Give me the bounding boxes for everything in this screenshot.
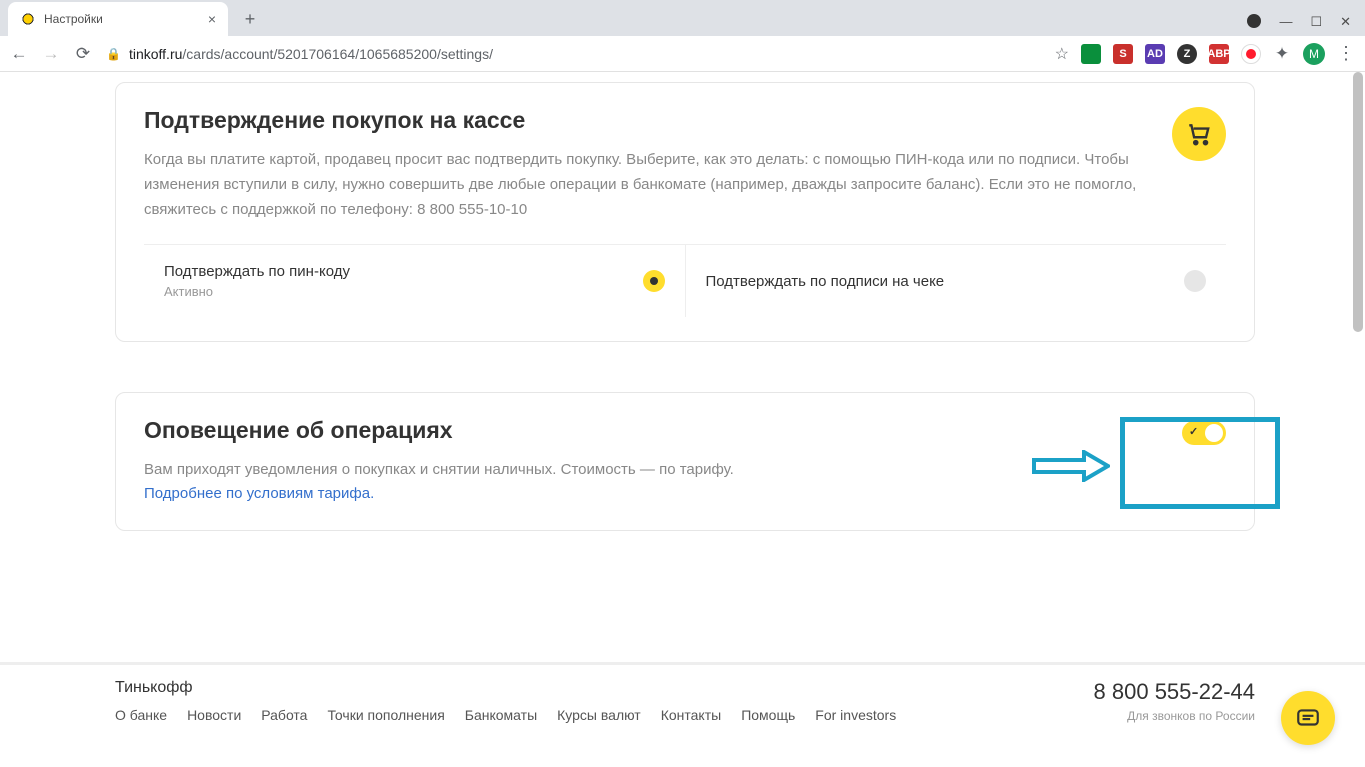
tab-favicon (20, 11, 36, 27)
footer-link[interactable]: Новости (187, 707, 241, 723)
browser-tab[interactable]: Настройки × (8, 2, 228, 36)
lock-icon: 🔒 (106, 47, 121, 61)
footer-link[interactable]: Курсы валют (557, 707, 641, 723)
tariff-link[interactable]: Подробнее по условиям тарифа. (144, 485, 374, 502)
purchase-confirmation-card: Подтверждение покупок на кассе Когда вы … (115, 82, 1255, 342)
window-controls: — ☐ ✕ (1247, 14, 1365, 36)
page-content: Подтверждение покупок на кассе Когда вы … (0, 72, 1365, 662)
footer-link[interactable]: Контакты (661, 707, 721, 723)
extension-icon[interactable] (1241, 44, 1261, 64)
footer-link[interactable]: Точки пополнения (327, 707, 444, 723)
option-signature[interactable]: Подтверждать по подписи на чеке (685, 245, 1227, 317)
url-text: tinkoff.ru/cards/account/5201706164/1065… (129, 46, 493, 62)
extension-icon[interactable]: ABP (1209, 44, 1229, 64)
cart-icon (1172, 107, 1226, 161)
window-account-icon[interactable] (1247, 14, 1261, 28)
browser-toolbar: ← → ⟳ 🔒 tinkoff.ru/cards/account/5201706… (0, 36, 1365, 72)
extension-icon[interactable]: S (1113, 44, 1133, 64)
address-bar[interactable]: 🔒 tinkoff.ru/cards/account/5201706164/10… (106, 46, 1041, 62)
bookmark-star-icon[interactable]: ☆ (1055, 44, 1069, 64)
notifications-toggle[interactable]: ✓ (1182, 421, 1226, 445)
browser-menu-icon[interactable]: ⋮ (1337, 43, 1355, 64)
notifications-card: Оповещение об операциях Вам приходят уве… (115, 392, 1255, 531)
reload-button[interactable]: ⟳ (74, 44, 92, 64)
card-description: Вам приходят уведомления о покупках и сн… (144, 458, 1182, 506)
browser-tab-strip: Настройки × + — ☐ ✕ (0, 0, 1365, 36)
window-minimize-icon[interactable]: — (1279, 14, 1292, 30)
window-close-icon[interactable]: ✕ (1340, 14, 1351, 30)
toggle-check-icon: ✓ (1189, 425, 1198, 438)
back-button[interactable]: ← (10, 44, 28, 64)
footer-brand: Тинькофф (115, 679, 896, 697)
radio-selected-icon (643, 270, 665, 292)
tab-close-icon[interactable]: × (208, 11, 216, 27)
option-status: Активно (164, 284, 350, 299)
extensions-puzzle-icon[interactable]: ✦ (1273, 44, 1291, 64)
chat-button[interactable] (1281, 691, 1335, 745)
window-maximize-icon[interactable]: ☐ (1310, 14, 1322, 30)
card-title: Оповещение об операциях (144, 417, 1182, 444)
new-tab-button[interactable]: + (236, 5, 264, 33)
footer-link[interactable]: Помощь (741, 707, 795, 723)
footer-link[interactable]: For investors (815, 707, 896, 723)
footer-links: О банке Новости Работа Точки пополнения … (115, 707, 896, 723)
support-phone: 8 800 555-10-10 (417, 201, 527, 218)
footer-link[interactable]: О банке (115, 707, 167, 723)
option-label: Подтверждать по подписи на чеке (706, 273, 945, 290)
card-description: Когда вы платите картой, продавец просит… (144, 148, 1152, 222)
forward-button[interactable]: → (42, 44, 60, 64)
extension-icon[interactable] (1081, 44, 1101, 64)
option-label: Подтверждать по пин-коду (164, 263, 350, 280)
extension-icon[interactable]: AD (1145, 44, 1165, 64)
card-title: Подтверждение покупок на кассе (144, 107, 1152, 134)
confirmation-options: Подтверждать по пин-коду Активно Подтвер… (144, 244, 1226, 317)
option-pin-code[interactable]: Подтверждать по пин-коду Активно (144, 245, 685, 317)
radio-unselected-icon (1184, 270, 1206, 292)
footer-phone-label: Для звонков по России (1094, 709, 1255, 723)
footer-phone: 8 800 555-22-44 (1094, 679, 1255, 705)
extension-icon[interactable]: Z (1177, 44, 1197, 64)
profile-avatar[interactable]: M (1303, 43, 1325, 65)
tab-title: Настройки (44, 12, 103, 26)
page-footer: Тинькофф О банке Новости Работа Точки по… (0, 662, 1365, 735)
scrollbar-thumb[interactable] (1353, 72, 1363, 332)
footer-link[interactable]: Работа (261, 707, 307, 723)
toggle-knob (1205, 424, 1223, 442)
footer-link[interactable]: Банкоматы (465, 707, 537, 723)
